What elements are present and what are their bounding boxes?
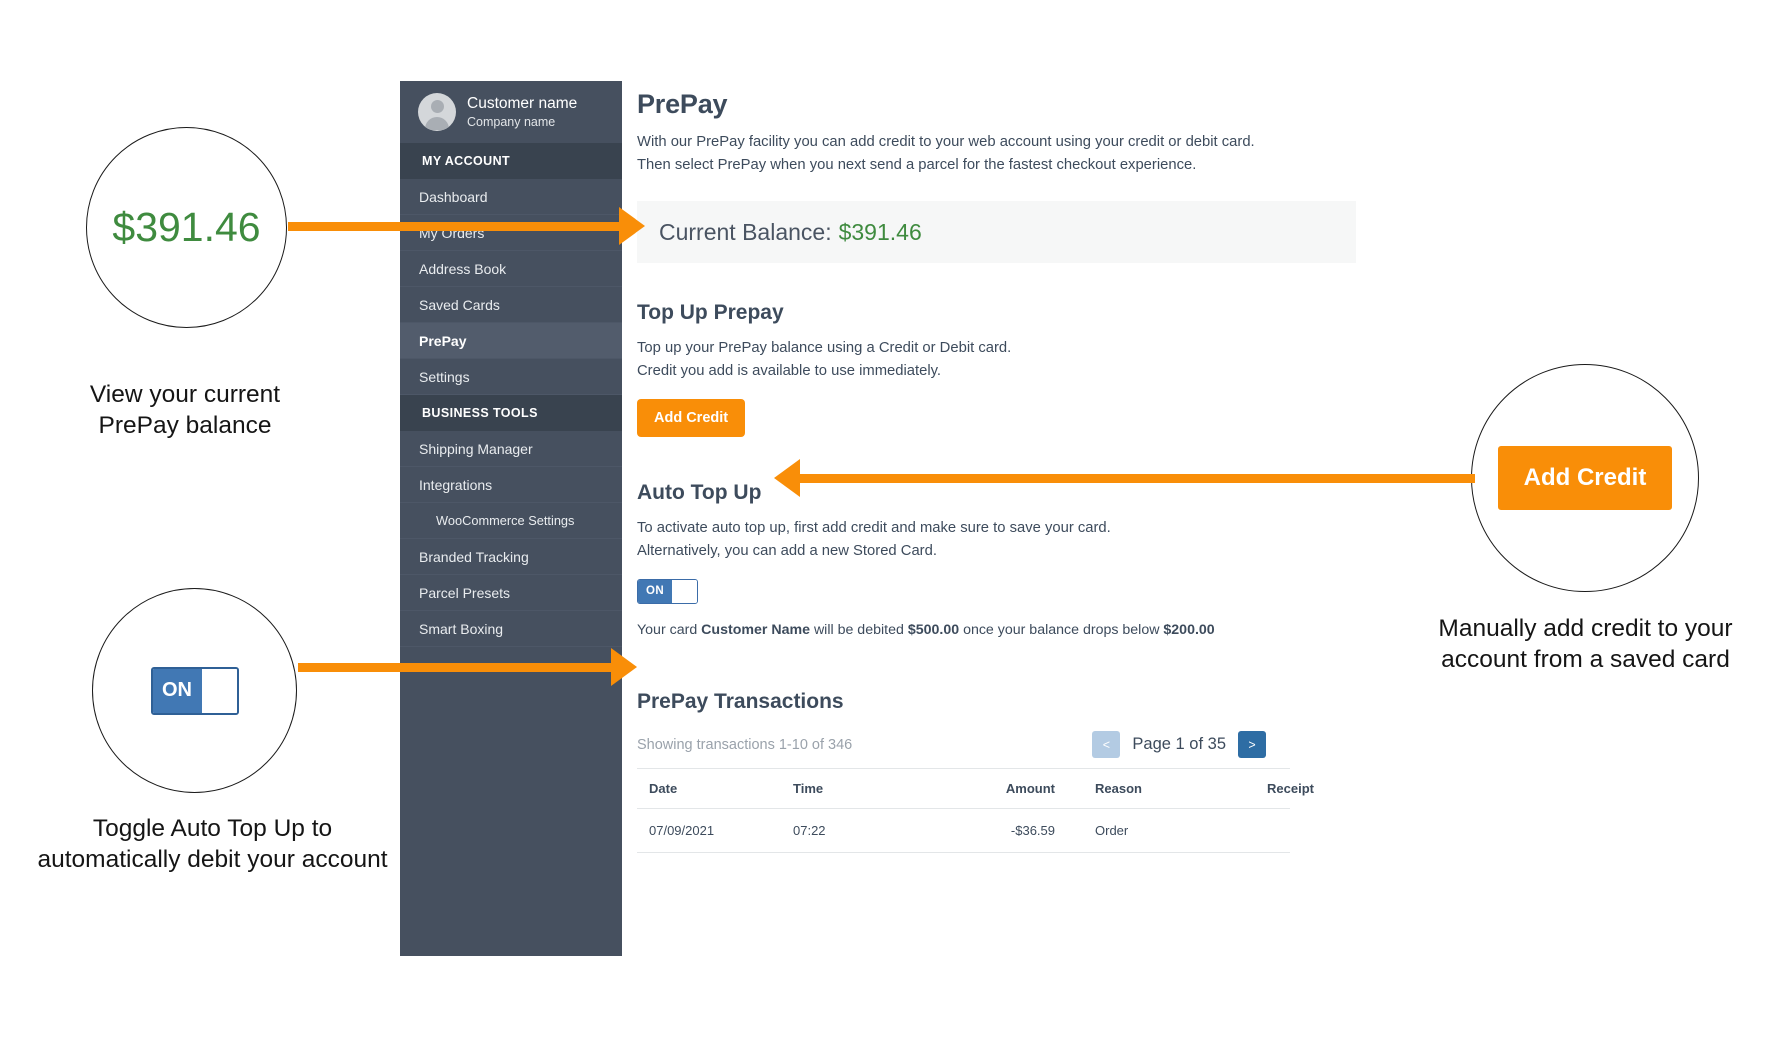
auto-top-up-title: Auto Top Up (637, 481, 762, 505)
callout-caption-toggle: Toggle Auto Top Up to automatically debi… (37, 815, 388, 873)
current-balance-label: Current Balance: (659, 218, 832, 245)
callout-balance-amount: $391.46 (112, 204, 261, 250)
debit-threshold: $200.00 (1163, 621, 1215, 638)
current-balance-box: Current Balance: $391.46 (637, 201, 1356, 264)
transactions-table: Date Time Amount Reason Receipt 07/09/20… (637, 767, 1314, 853)
auto-top-up-toggle[interactable]: ON (637, 578, 698, 604)
pager-next-button[interactable]: > (1238, 731, 1266, 759)
auto-top-up-section: Auto Top Up To activate auto top up, fir… (637, 481, 1356, 638)
transactions-showing-text: Showing transactions 1-10 of 346 (637, 736, 853, 753)
cell-time: 07:22 (781, 808, 913, 853)
profile-customer-name: Customer name (467, 94, 578, 112)
sidebar-item-address-book[interactable]: Address Book (400, 251, 622, 287)
annotation-arrow-add-credit-line (800, 474, 1475, 483)
prepay-transactions-title: PrePay Transactions (637, 689, 844, 713)
transactions-pager: < Page 1 of 35 > (1092, 731, 1266, 759)
callout-toggle-knob (201, 668, 237, 713)
column-header-amount: Amount (913, 767, 1083, 809)
prepay-transactions-section: PrePay Transactions Showing transactions… (637, 690, 1356, 853)
auto-top-up-toggle-label: ON (638, 579, 672, 603)
auto-top-up-text: To activate auto top up, first add credi… (637, 517, 1356, 563)
sidebar: Customer name Company name MY ACCOUNT Da… (400, 81, 622, 956)
sidebar-item-dashboard[interactable]: Dashboard (400, 179, 622, 215)
column-header-date: Date (637, 767, 781, 809)
auto-top-up-debit-summary: Your card Customer Name will be debited … (637, 622, 1356, 638)
sidebar-section-business-tools: BUSINESS TOOLS (400, 395, 622, 431)
pager-prev-button[interactable]: < (1092, 731, 1121, 759)
auto-top-up-line-2: Alternatively, you can add a new Stored … (637, 543, 937, 560)
sidebar-item-settings[interactable]: Settings (400, 359, 622, 395)
annotation-arrow-balance-head (619, 207, 645, 245)
intro-line-2: Then select PrePay when you next send a … (637, 156, 1197, 173)
sidebar-item-branded-tracking[interactable]: Branded Tracking (400, 539, 622, 575)
sidebar-section-my-account: MY ACCOUNT (400, 143, 622, 179)
top-up-prepay-text: Top up your PrePay balance using a Credi… (637, 337, 1356, 383)
annotation-arrow-balance-line (288, 222, 621, 231)
annotation-arrow-add-credit-head (774, 459, 800, 497)
auto-top-up-toggle-knob (672, 579, 697, 603)
callout-caption-balance: View your current PrePay balance (89, 381, 281, 439)
top-up-prepay-section: Top Up Prepay Top up your PrePay balance… (637, 301, 1356, 438)
pager-page-label: Page 1 of 35 (1132, 735, 1226, 754)
annotation-arrow-toggle-head (611, 648, 637, 686)
user-avatar-icon (418, 93, 456, 131)
callout-circle-add-credit: Add Credit (1471, 364, 1699, 592)
callout-circle-balance: $391.46 (86, 127, 287, 328)
debit-suffix: once your balance drops below (963, 621, 1160, 638)
callout-caption-add-credit: Manually add credit to your account from… (1438, 615, 1733, 673)
cell-reason: Order (1083, 808, 1255, 853)
sidebar-item-smart-boxing[interactable]: Smart Boxing (400, 611, 622, 647)
debit-mid: will be debited (813, 621, 904, 638)
profile-text: Customer name Company name (467, 95, 577, 129)
intro-paragraph: With our PrePay facility you can add cre… (637, 131, 1356, 176)
column-header-reason: Reason (1083, 767, 1255, 809)
annotation-arrow-toggle-line (298, 663, 613, 672)
debit-card-name: Customer Name (701, 621, 810, 638)
top-up-prepay-title: Top Up Prepay (637, 301, 784, 325)
column-header-receipt: Receipt (1255, 767, 1314, 809)
callout-add-credit-button[interactable]: Add Credit (1497, 446, 1673, 510)
current-balance-amount: $391.46 (838, 218, 922, 245)
cell-amount: -$36.59 (913, 808, 1083, 853)
intro-line-1: With our PrePay facility you can add cre… (637, 134, 1255, 150)
sidebar-item-my-orders[interactable]: My Orders (400, 215, 622, 251)
profile-company-name: Company name (467, 114, 556, 129)
cell-receipt (1255, 808, 1290, 853)
sidebar-item-saved-cards[interactable]: Saved Cards (400, 287, 622, 323)
top-up-line-1: Top up your PrePay balance using a Credi… (637, 340, 1012, 357)
debit-prefix: Your card (637, 621, 698, 638)
sidebar-item-parcel-presets[interactable]: Parcel Presets (400, 575, 622, 611)
sidebar-profile[interactable]: Customer name Company name (400, 81, 622, 143)
debit-amount: $500.00 (907, 621, 960, 638)
auto-top-up-line-1: To activate auto top up, first add credi… (637, 520, 1111, 537)
add-credit-button[interactable]: Add Credit (637, 399, 746, 438)
callout-toggle-label: ON (152, 668, 202, 713)
column-header-time: Time (781, 767, 913, 809)
cell-date: 07/09/2021 (637, 808, 781, 853)
page-title: PrePay (637, 89, 728, 119)
table-row[interactable]: 07/09/2021 07:22 -$36.59 Order (637, 808, 1290, 853)
callout-toggle-switch: ON (150, 666, 239, 715)
transactions-meta: Showing transactions 1-10 of 346 < Page … (637, 730, 1356, 760)
callout-circle-toggle: ON (92, 588, 297, 793)
sidebar-item-prepay[interactable]: PrePay (400, 323, 622, 359)
sidebar-item-woocommerce-settings[interactable]: WooCommerce Settings (400, 503, 622, 539)
sidebar-item-integrations[interactable]: Integrations (400, 467, 622, 503)
main-content: PrePay With our PrePay facility you can … (622, 81, 1380, 956)
table-header-row: Date Time Amount Reason Receipt (637, 767, 1314, 809)
top-up-line-2: Credit you add is available to use immed… (637, 363, 942, 380)
sidebar-item-shipping-manager[interactable]: Shipping Manager (400, 431, 622, 467)
app-window: Customer name Company name MY ACCOUNT Da… (400, 81, 1380, 956)
